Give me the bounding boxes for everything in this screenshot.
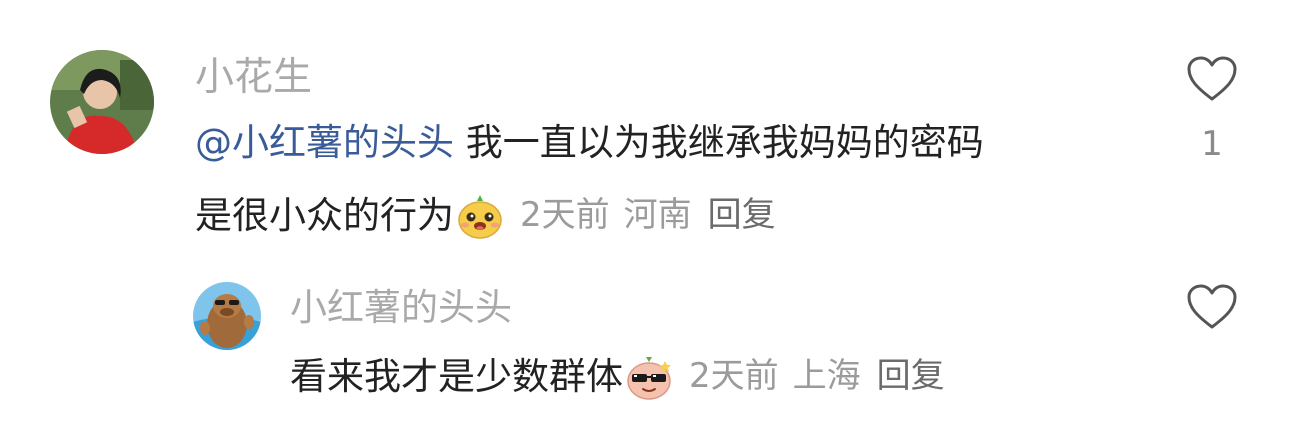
comment-username[interactable]: 小花生	[195, 58, 312, 97]
comment-location: 河南	[623, 195, 692, 235]
reply-time: 2天前	[689, 356, 779, 396]
avatar-photo	[50, 50, 154, 154]
like-button[interactable]	[1186, 283, 1238, 331]
comment-text-part-2: 是很小众的行为	[195, 194, 454, 237]
avatar[interactable]	[50, 50, 154, 154]
comment-meta: 2天前 河南 回复	[510, 195, 776, 235]
reply-button[interactable]: 回复	[877, 356, 945, 396]
reply-text: 看来我才是少数群体	[290, 355, 623, 398]
reply-button[interactable]: 回复	[708, 195, 776, 235]
reply-location: 上海	[792, 356, 861, 396]
avatar-photo	[193, 282, 261, 350]
like-button[interactable]	[1186, 55, 1238, 103]
mention-link[interactable]: @小红薯的头头	[195, 121, 454, 164]
sunglasses-bun-emoji-icon	[627, 357, 671, 400]
smiling-bun-emoji-icon	[458, 195, 502, 239]
comment-text-part-1: 我一直以为我继承我妈妈的密码	[454, 121, 984, 164]
comment-text-line-1: @小红薯的头头 我一直以为我继承我妈妈的密码	[195, 124, 984, 161]
comment-time: 2天前	[520, 195, 610, 235]
heart-outline-icon	[1187, 284, 1237, 329]
comment-text-line-2: 是很小众的行为 2天前 河南 回复	[195, 192, 776, 240]
reply-meta: 2天前 上海 回复	[679, 356, 945, 396]
heart-outline-icon	[1187, 56, 1237, 101]
like-count: 1	[1201, 124, 1223, 164]
reply-avatar[interactable]	[193, 282, 261, 350]
reply-username[interactable]: 小红薯的头头	[290, 289, 512, 326]
reply-text-line: 看来我才是少数群体 2天前 上海 回复	[290, 353, 945, 401]
